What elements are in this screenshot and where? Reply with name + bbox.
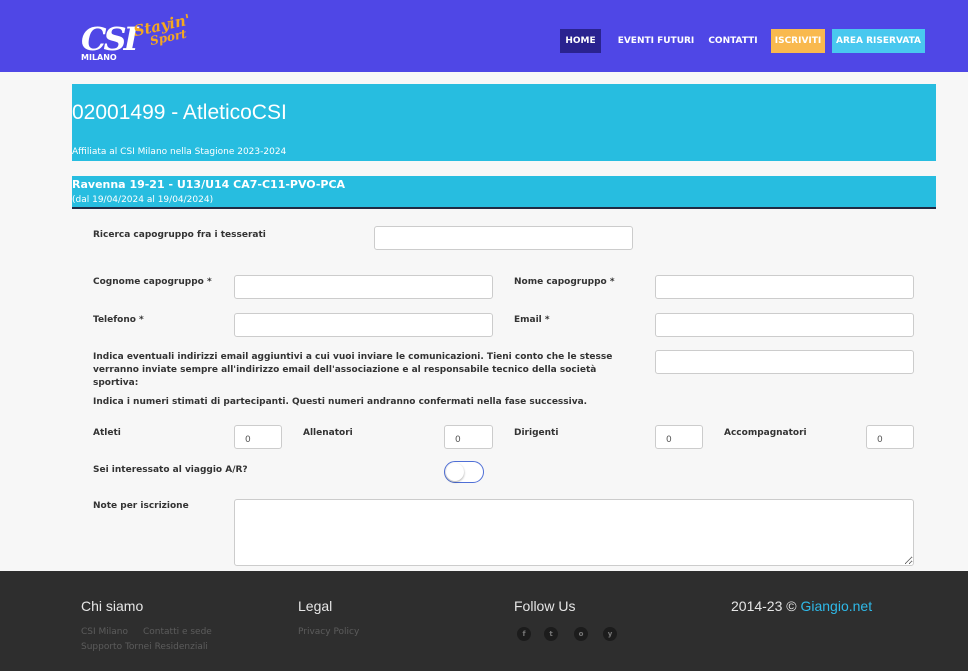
event-name: Ravenna 19-21 - U13/U14 CA7-C11-PVO-PCA <box>72 178 346 191</box>
site-header: CSI MILANO Stayin' Sport HOME EVENTI FUT… <box>0 0 968 72</box>
csi-milano-logo[interactable]: CSI MILANO <box>81 20 139 64</box>
allenatori-label: Allenatori <box>303 428 353 438</box>
telefono-input[interactable] <box>234 313 493 337</box>
event-dates: (dal 19/04/2024 al 19/04/2024) <box>72 195 214 205</box>
page-title: 02001499 - AtleticoCSI <box>72 101 287 124</box>
footer-link-csi-milano[interactable]: CSI Milano <box>81 627 128 637</box>
email-label: Email * <box>514 315 550 325</box>
footer-link-supporto[interactable]: Supporto Tornei Residenziali <box>81 642 208 652</box>
instagram-icon[interactable]: o <box>574 627 588 641</box>
dirigenti-input[interactable] <box>655 425 703 449</box>
event-banner: Ravenna 19-21 - U13/U14 CA7-C11-PVO-PCA … <box>72 176 936 209</box>
footer-follow-heading: Follow Us <box>514 598 576 614</box>
extra-email-label: Indica eventuali indirizzi email aggiunt… <box>93 351 643 390</box>
partecipanti-note: Indica i numeri stimati di partecipanti.… <box>93 397 588 407</box>
note-label: Note per iscrizione <box>93 501 189 511</box>
nav-home[interactable]: HOME <box>560 29 601 53</box>
footer-chi-siamo-heading: Chi siamo <box>81 598 144 614</box>
nav-contatti[interactable]: CONTATTI <box>705 29 761 53</box>
footer-link-privacy[interactable]: Privacy Policy <box>298 627 359 637</box>
footer-link-contatti[interactable]: Contatti e sede <box>143 627 212 637</box>
extra-email-input[interactable] <box>655 350 914 374</box>
extra-email-line-1: Indica eventuali indirizzi email aggiunt… <box>93 352 613 362</box>
search-capogruppo-label: Ricerca capogruppo fra i tesserati <box>93 230 266 240</box>
nav-area-riservata-button[interactable]: AREA RISERVATA <box>832 29 925 53</box>
copyright-text: 2014-23 © <box>731 598 797 614</box>
extra-email-line-2: verranno inviate sempre all'indirizzo em… <box>93 365 597 388</box>
atleti-input[interactable] <box>234 425 282 449</box>
accompagnatori-label: Accompagnatori <box>724 428 807 438</box>
association-banner: 02001499 - AtleticoCSI Affiliata al CSI … <box>72 84 936 161</box>
nome-input[interactable] <box>655 275 914 299</box>
nome-label: Nome capogruppo * <box>514 277 615 287</box>
telefono-label: Telefono * <box>93 315 144 325</box>
viaggio-label: Sei interessato al viaggio A/R? <box>93 465 248 475</box>
copyright-link[interactable]: Giangio.net <box>800 598 872 614</box>
footer-copyright: 2014-23 © Giangio.net <box>731 598 872 614</box>
facebook-icon[interactable]: f <box>517 627 531 641</box>
search-capogruppo-input[interactable] <box>374 226 633 250</box>
allenatori-input[interactable] <box>444 425 493 449</box>
atleti-label: Atleti <box>93 428 121 438</box>
toggle-knob <box>446 463 464 481</box>
youtube-icon[interactable]: y <box>603 627 617 641</box>
logo-city-label: MILANO <box>81 53 117 62</box>
nav-iscriviti-button[interactable]: ISCRIVITI <box>771 29 825 53</box>
stayin-sport-logo[interactable]: Stayin' Sport <box>132 11 208 64</box>
nav-eventi-futuri[interactable]: EVENTI FUTURI <box>614 29 698 53</box>
footer-legal-heading: Legal <box>298 598 333 614</box>
accompagnatori-input[interactable] <box>866 425 914 449</box>
affiliation-text: Affiliata al CSI Milano nella Stagione 2… <box>72 147 287 157</box>
cognome-label: Cognome capogruppo * <box>93 277 212 287</box>
dirigenti-label: Dirigenti <box>514 428 559 438</box>
note-textarea[interactable] <box>234 499 914 566</box>
twitter-icon[interactable]: t <box>544 627 558 641</box>
site-footer: Chi siamo CSI Milano Contatti e sede Sup… <box>0 571 968 671</box>
email-input[interactable] <box>655 313 914 337</box>
cognome-input[interactable] <box>234 275 493 299</box>
viaggio-toggle[interactable] <box>444 461 484 483</box>
